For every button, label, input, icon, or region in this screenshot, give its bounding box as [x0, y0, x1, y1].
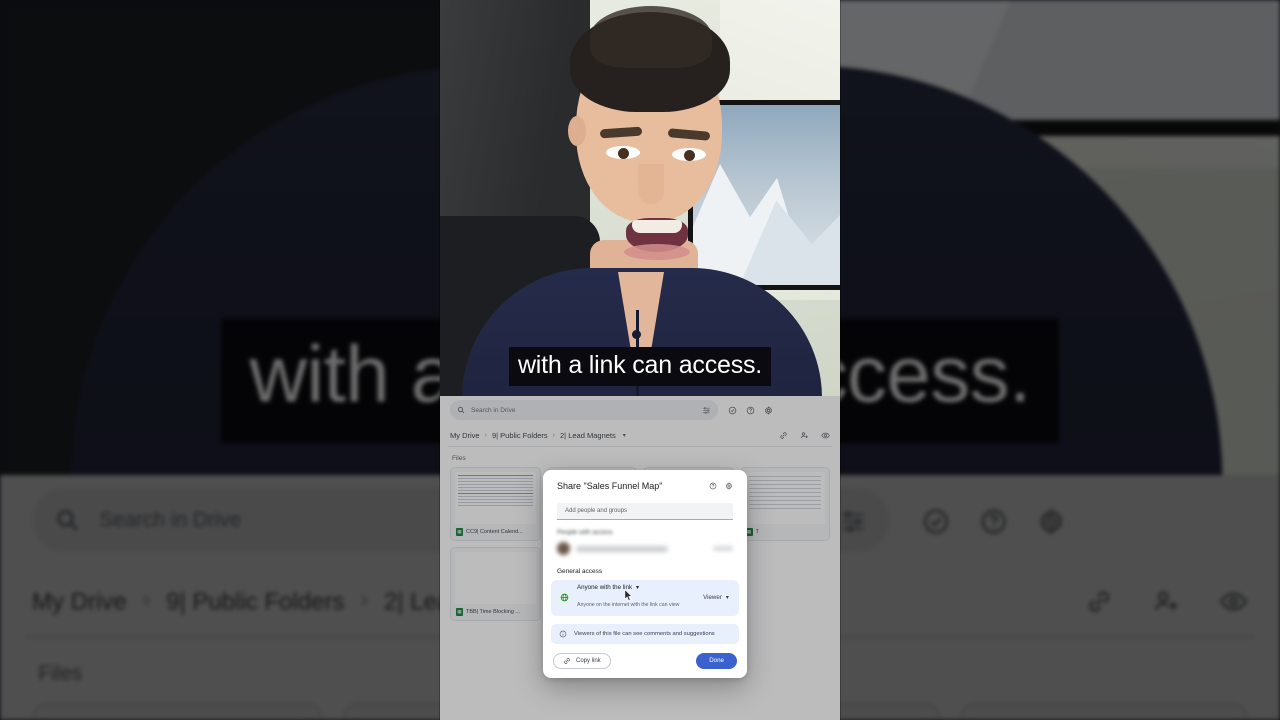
file-thumbnail [744, 472, 825, 524]
lower-lip [624, 244, 690, 260]
general-access-row: Anyone with the link ▾ Anyone on the int… [551, 580, 739, 616]
search-input[interactable]: Search in Drive [450, 400, 718, 420]
person-name-redacted [576, 545, 668, 552]
drive-top-icons [728, 405, 773, 415]
file-card[interactable]: ▦ CC9| Content Calend... [450, 467, 541, 541]
search-placeholder: Search in Drive [471, 406, 516, 414]
chevron-down-icon[interactable]: ▾ [623, 432, 626, 439]
files-section-label: Files [452, 455, 466, 462]
sheets-icon: ▦ [456, 528, 463, 536]
file-thumbnail [455, 472, 536, 524]
teeth [632, 220, 682, 233]
support-icon[interactable] [728, 406, 737, 415]
hair-highlight [590, 6, 712, 68]
breadcrumb: My Drive › 9| Public Folders › 2| Lead M… [440, 424, 840, 446]
chevron-down-icon: ▾ [725, 594, 729, 602]
globe-icon [557, 590, 571, 605]
short-video-frame: with a link can access. Search in Drive [440, 0, 840, 720]
drive-topbar: Search in Drive [440, 396, 840, 424]
file-name: TBB| Time Blocking ... [466, 609, 521, 615]
avatar [557, 542, 570, 555]
file-card[interactable]: ▦ T [739, 467, 830, 541]
done-label: Done [709, 657, 724, 665]
copy-link-button[interactable]: Copy link [553, 652, 611, 669]
role-value: Viewer [703, 594, 722, 602]
caption-text: with a link can access. [508, 347, 772, 386]
file-name: T [755, 529, 759, 535]
pupil-right [684, 150, 695, 161]
eye-icon[interactable] [821, 431, 830, 440]
search-icon [457, 406, 465, 414]
help-icon[interactable] [709, 482, 717, 490]
file-card[interactable]: ▦ TBB| Time Blocking ... [450, 547, 541, 621]
access-description: Anyone on the internet with the link can… [577, 601, 680, 608]
viewer-notice: Viewers of this file can see comments an… [551, 623, 739, 644]
chevron-down-icon: ▾ [636, 584, 640, 591]
viewer-notice-text: Viewers of this file can see comments an… [574, 630, 715, 637]
settings-gear-icon[interactable] [725, 482, 733, 490]
add-people-input[interactable]: Add people and groups [557, 503, 733, 520]
person-row[interactable] [543, 536, 747, 555]
link-icon[interactable] [779, 431, 788, 440]
mouse-cursor [624, 589, 633, 602]
person-role-redacted [713, 546, 733, 551]
role-dropdown[interactable]: Viewer ▾ [703, 594, 733, 601]
person-add-icon[interactable] [800, 431, 809, 440]
info-icon [559, 630, 567, 638]
help-icon[interactable] [746, 406, 755, 415]
breadcrumb-separator: › [552, 431, 556, 439]
link-icon [563, 657, 571, 665]
share-dialog-title: Share "Sales Funnel Map" [557, 481, 663, 491]
share-dialog-footer: Copy link Done [543, 644, 747, 669]
people-with-access-label: People with access [557, 529, 613, 536]
breadcrumb-action-icons [779, 431, 830, 440]
breadcrumb-item-my-drive[interactable]: My Drive [450, 431, 480, 440]
file-thumbnail [455, 552, 536, 604]
done-button[interactable]: Done [696, 652, 737, 669]
pupil-left [618, 148, 629, 159]
video-player[interactable]: with a link can access. [440, 0, 840, 396]
settings-gear-icon[interactable] [764, 405, 773, 415]
shirt-button [632, 330, 641, 339]
tune-icon[interactable] [702, 406, 711, 415]
general-access-label: General access [557, 568, 603, 575]
screenshot-canvas: with a link can access. Search in Drive [0, 0, 1280, 720]
nose [638, 164, 664, 204]
breadcrumb-separator: › [484, 431, 487, 439]
add-people-placeholder: Add people and groups [565, 508, 628, 514]
sheets-icon: ▦ [456, 608, 463, 616]
file-name: CC9| Content Calend... [466, 529, 523, 535]
caption-band: with a link can access. [440, 347, 840, 386]
breadcrumb-item-lead-magnets[interactable]: 2| Lead Magnets [560, 431, 616, 440]
share-dialog: Share "Sales Funnel Map" Add people and … [543, 470, 747, 678]
ear [568, 116, 586, 146]
copy-link-label: Copy link [576, 657, 601, 664]
breadcrumb-item-public-folders[interactable]: 9| Public Folders [492, 431, 548, 440]
share-dialog-header: Share "Sales Funnel Map" [543, 481, 747, 491]
